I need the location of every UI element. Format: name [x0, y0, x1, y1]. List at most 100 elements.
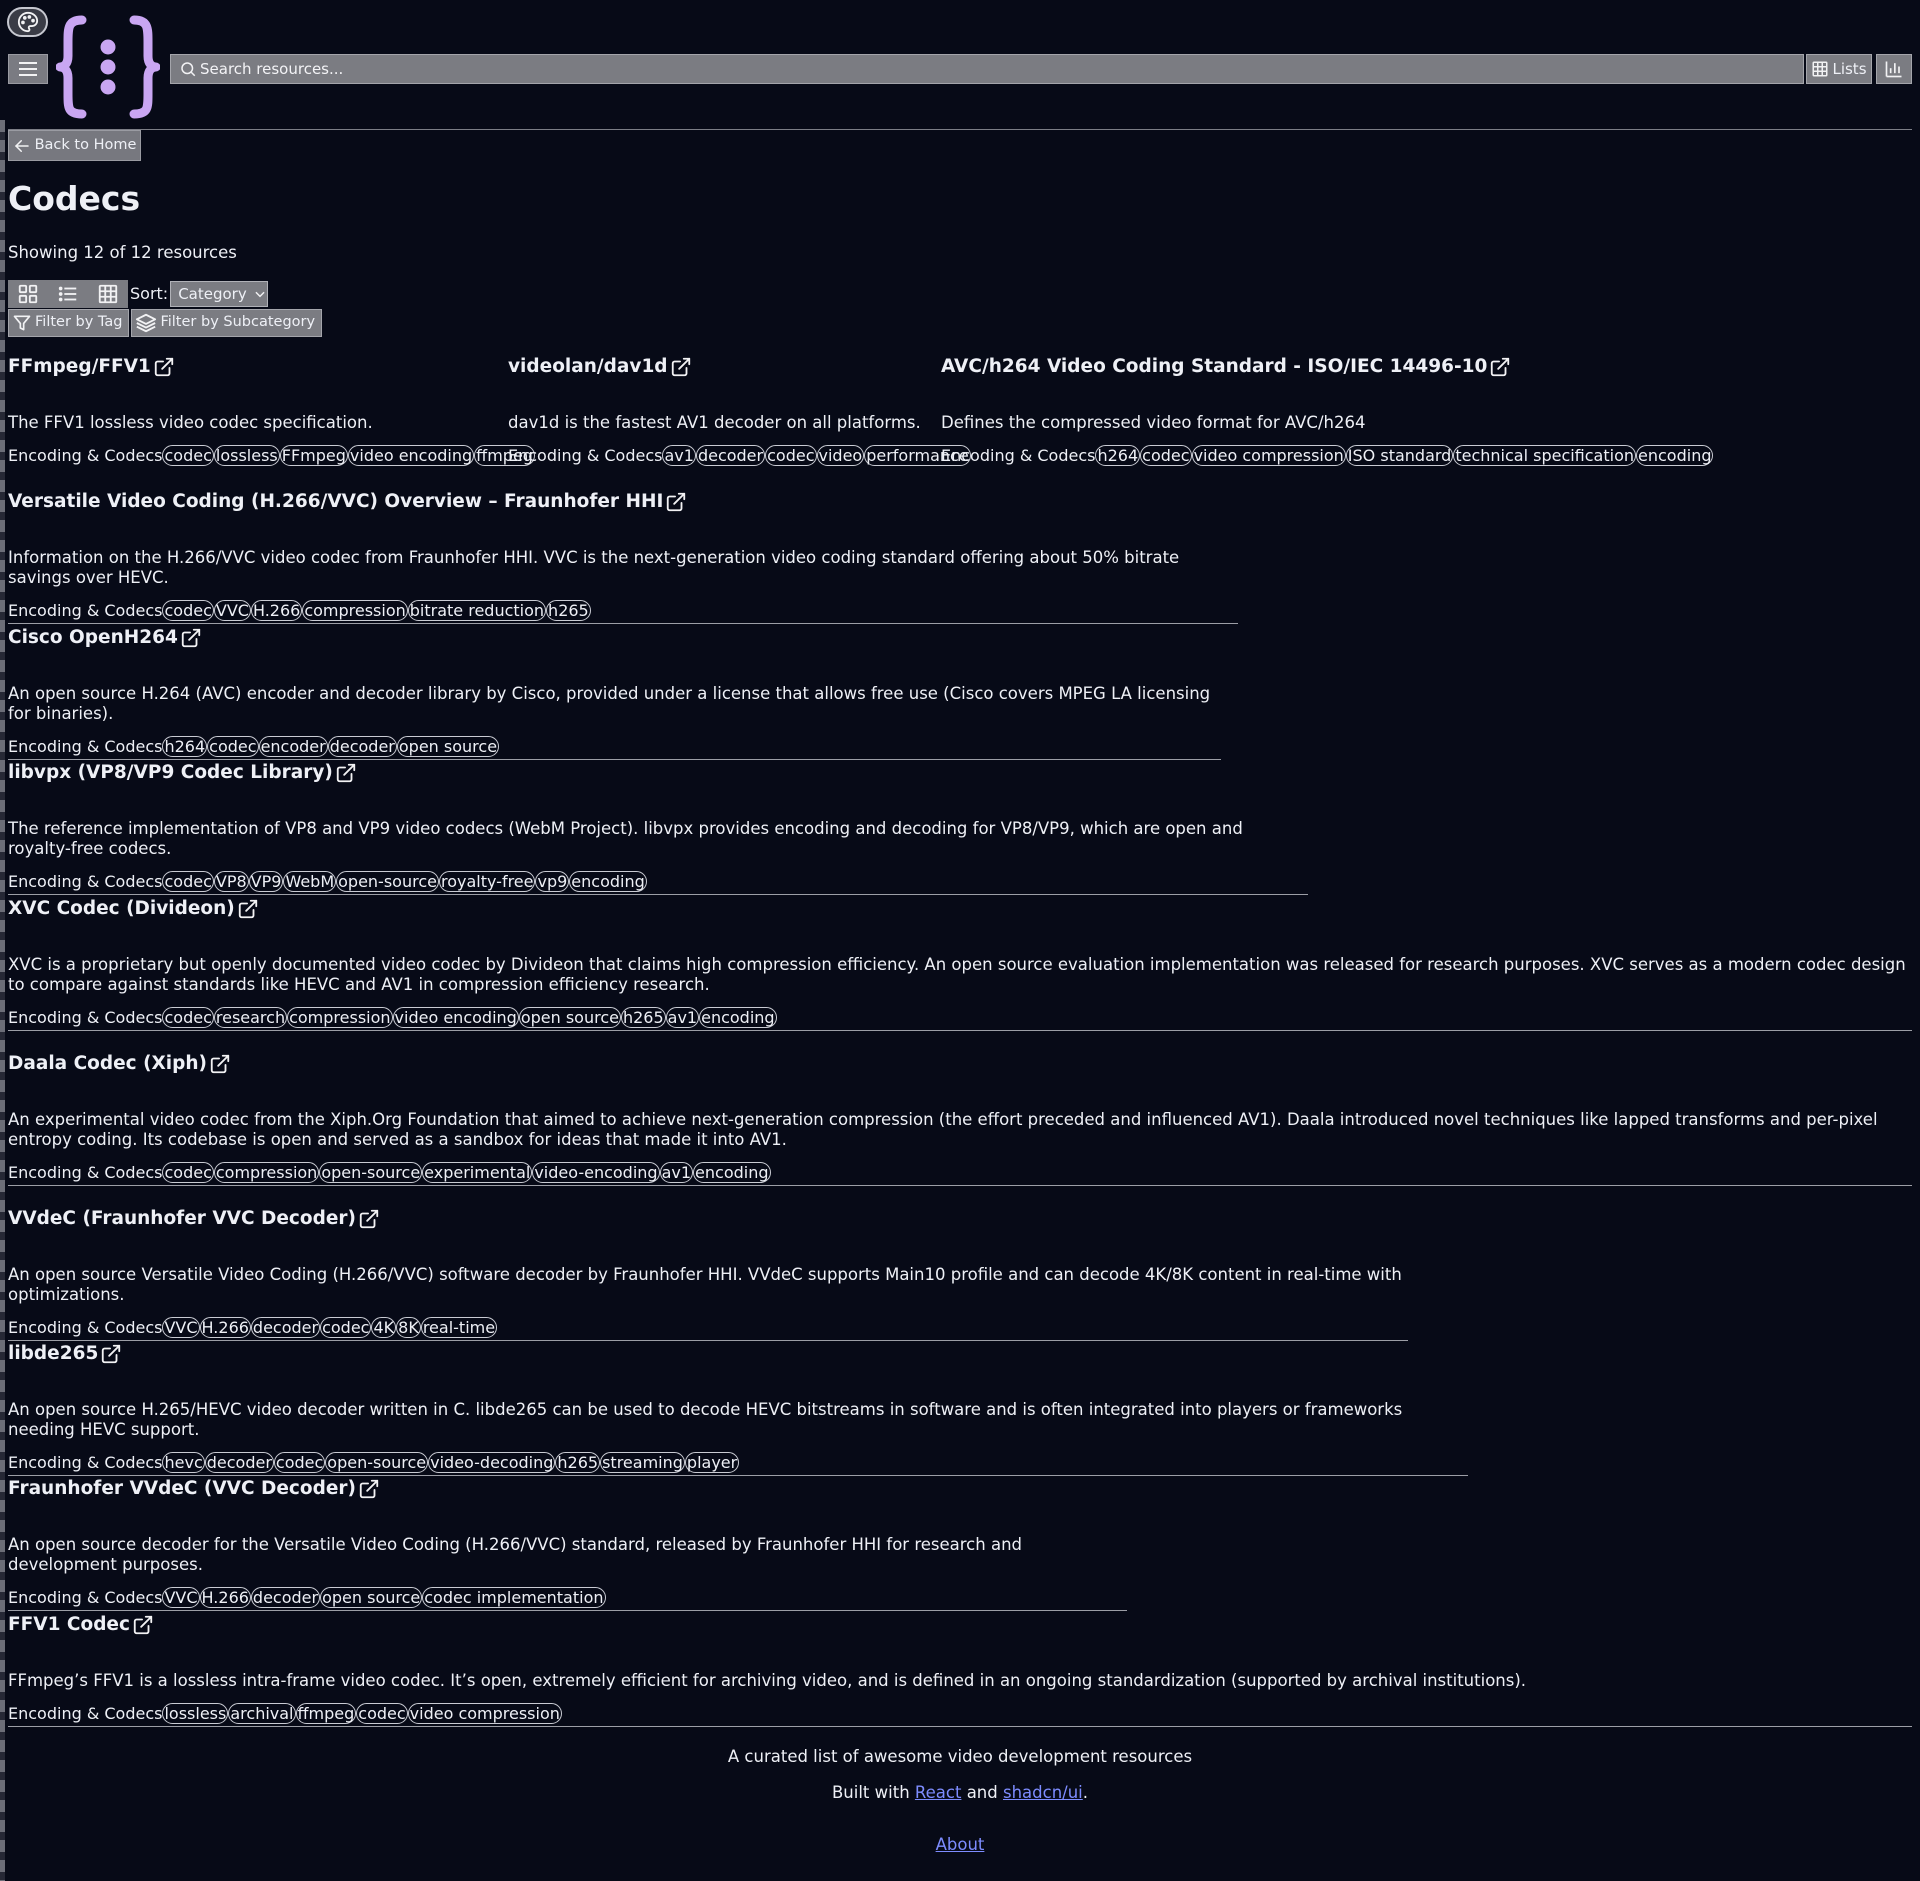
- tag-badge[interactable]: video compression: [407, 1703, 562, 1725]
- tag-badge[interactable]: decoder: [204, 1452, 274, 1474]
- tag-badge[interactable]: decoder: [250, 1587, 321, 1609]
- tag-badge[interactable]: decoder: [327, 736, 397, 758]
- tag-badge[interactable]: video: [816, 445, 865, 467]
- braces-logo-icon[interactable]: [56, 14, 160, 120]
- tag-badge[interactable]: codec: [1140, 445, 1192, 467]
- resource-title-link[interactable]: Daala Codec (Xiph): [8, 1053, 1912, 1075]
- tag-badge[interactable]: codec: [356, 1703, 408, 1725]
- tag-badge[interactable]: av1: [665, 1007, 700, 1029]
- tag-badge[interactable]: codec: [162, 871, 214, 893]
- category-label[interactable]: Encoding & Codecs: [8, 1318, 162, 1338]
- category-label[interactable]: Encoding & Codecs: [8, 1453, 162, 1473]
- shadcn-link[interactable]: shadcn/ui: [1003, 1783, 1083, 1802]
- tag-badge[interactable]: ISO standard: [1345, 445, 1454, 467]
- tag-badge[interactable]: h265: [620, 1007, 666, 1029]
- tag-badge[interactable]: 8K: [396, 1317, 421, 1339]
- tag-badge[interactable]: compression: [302, 600, 408, 622]
- category-label[interactable]: Encoding & Codecs: [8, 1163, 162, 1183]
- tag-badge[interactable]: VP8: [213, 871, 249, 893]
- category-label[interactable]: Encoding & Codecs: [508, 446, 662, 466]
- tag-badge[interactable]: ffmpeg: [295, 1703, 357, 1725]
- tag-badge[interactable]: open source: [320, 1587, 423, 1609]
- tag-badge[interactable]: encoding: [693, 1162, 771, 1184]
- tag-badge[interactable]: codec: [273, 1452, 326, 1474]
- tag-badge[interactable]: VVC: [162, 1587, 200, 1609]
- tag-badge[interactable]: video encoding: [347, 445, 475, 467]
- tag-badge[interactable]: codec: [162, 445, 214, 467]
- search-input[interactable]: Search resources...: [170, 54, 1804, 84]
- list-view-button[interactable]: [48, 280, 88, 308]
- tag-badge[interactable]: technical specification: [1453, 445, 1637, 467]
- tag-badge[interactable]: compression: [287, 1007, 393, 1029]
- tag-badge[interactable]: video-decoding: [428, 1452, 556, 1474]
- tag-badge[interactable]: h264: [162, 736, 208, 758]
- tag-badge[interactable]: vp9: [535, 871, 570, 893]
- tag-badge[interactable]: player: [684, 1452, 740, 1474]
- tag-badge[interactable]: compression: [213, 1162, 320, 1184]
- tag-badge[interactable]: VP9: [248, 871, 284, 893]
- tag-badge[interactable]: royalty-free: [438, 871, 536, 893]
- tag-badge[interactable]: video encoding: [392, 1007, 519, 1029]
- tag-badge[interactable]: open-source: [319, 1162, 423, 1184]
- tag-badge[interactable]: decoder: [250, 1317, 321, 1339]
- category-label[interactable]: Encoding & Codecs: [8, 1704, 162, 1724]
- tag-badge[interactable]: codec: [765, 445, 817, 467]
- resource-title-link[interactable]: Fraunhofer VVdeC (VVC Decoder): [8, 1478, 1127, 1500]
- resource-title-link[interactable]: AVC/h264 Video Coding Standard - ISO/IEC…: [941, 356, 1713, 378]
- category-label[interactable]: Encoding & Codecs: [8, 601, 162, 621]
- tag-badge[interactable]: av1: [662, 445, 696, 467]
- resource-title-link[interactable]: XVC Codec (Divideon): [8, 898, 1912, 920]
- tag-badge[interactable]: H.266: [199, 1587, 251, 1609]
- category-label[interactable]: Encoding & Codecs: [8, 446, 162, 466]
- tag-badge[interactable]: codec: [320, 1317, 372, 1339]
- tag-badge[interactable]: VVC: [162, 1317, 200, 1339]
- tag-badge[interactable]: encoding: [699, 1007, 777, 1029]
- tag-badge[interactable]: codec: [207, 736, 259, 758]
- tag-badge[interactable]: H.266: [250, 600, 303, 622]
- lists-button[interactable]: Lists: [1806, 54, 1872, 84]
- resource-title-link[interactable]: videolan/dav1d: [508, 356, 971, 378]
- filter-by-subcategory-button[interactable]: Filter by Subcategory: [131, 309, 323, 337]
- tag-badge[interactable]: video compression: [1191, 445, 1346, 467]
- tag-badge[interactable]: encoder: [258, 736, 328, 758]
- tag-badge[interactable]: VVC: [213, 600, 251, 622]
- resource-title-link[interactable]: Cisco OpenH264: [8, 627, 1221, 649]
- tag-badge[interactable]: h265: [555, 1452, 601, 1474]
- tag-badge[interactable]: WebM: [283, 871, 337, 893]
- tag-badge[interactable]: decoder: [695, 445, 766, 467]
- back-to-home-button[interactable]: Back to Home: [8, 130, 141, 161]
- tag-badge[interactable]: encoding: [569, 871, 647, 893]
- filter-by-tag-button[interactable]: Filter by Tag: [8, 309, 130, 337]
- tag-badge[interactable]: codec: [162, 1007, 214, 1029]
- table-view-button[interactable]: [88, 280, 128, 308]
- tag-badge[interactable]: codec: [162, 1162, 214, 1184]
- category-label[interactable]: Encoding & Codecs: [8, 1588, 162, 1608]
- tag-badge[interactable]: lossless: [213, 445, 280, 467]
- tag-badge[interactable]: video-encoding: [532, 1162, 660, 1184]
- tag-badge[interactable]: open-source: [336, 871, 439, 893]
- category-label[interactable]: Encoding & Codecs: [8, 1008, 162, 1028]
- react-link[interactable]: React: [915, 1783, 962, 1802]
- sort-select[interactable]: Category: [170, 281, 269, 307]
- tag-badge[interactable]: open source: [518, 1007, 621, 1029]
- tag-badge[interactable]: codec: [162, 600, 214, 622]
- category-label[interactable]: Encoding & Codecs: [8, 872, 162, 892]
- grid-view-button[interactable]: [8, 280, 48, 308]
- theme-palette-button[interactable]: [7, 7, 48, 37]
- resource-title-link[interactable]: FFmpeg/FFV1: [8, 356, 535, 378]
- tag-badge[interactable]: FFmpeg: [279, 445, 348, 467]
- stats-button[interactable]: [1876, 54, 1912, 84]
- tag-badge[interactable]: open-source: [325, 1452, 429, 1474]
- resource-title-link[interactable]: VVdeC (Fraunhofer VVC Decoder): [8, 1208, 1408, 1230]
- tag-badge[interactable]: hevc: [162, 1452, 205, 1474]
- resource-title-link[interactable]: libvpx (VP8/VP9 Codec Library): [8, 762, 1308, 784]
- tag-badge[interactable]: h264: [1095, 445, 1141, 467]
- tag-badge[interactable]: encoding: [1636, 445, 1714, 467]
- tag-badge[interactable]: lossless: [162, 1703, 229, 1725]
- tag-badge[interactable]: archival: [228, 1703, 296, 1725]
- category-label[interactable]: Encoding & Codecs: [8, 737, 162, 757]
- menu-button[interactable]: [8, 54, 48, 84]
- tag-badge[interactable]: H.266: [199, 1317, 251, 1339]
- tag-badge[interactable]: real-time: [420, 1317, 498, 1339]
- tag-badge[interactable]: experimental: [422, 1162, 533, 1184]
